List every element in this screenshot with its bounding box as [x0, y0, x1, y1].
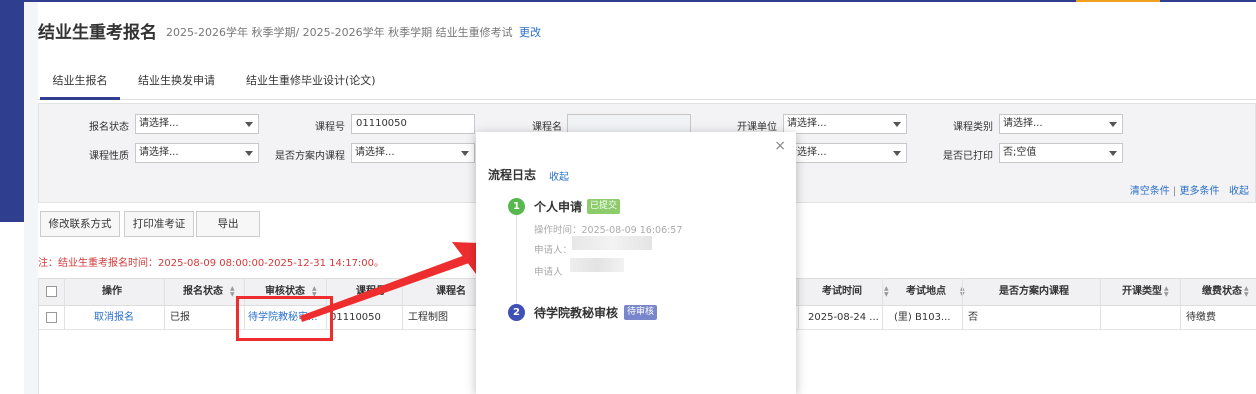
column-divider: [1180, 278, 1181, 330]
filter-links: 清空条件 | 更多条件 收起: [1130, 182, 1249, 197]
column-divider: [64, 278, 65, 330]
chevron-down-icon: [461, 151, 469, 156]
th-exam-place[interactable]: 考试地点: [886, 279, 966, 305]
dept-select[interactable]: 请选择...: [783, 114, 907, 134]
tab-graduate-enroll[interactable]: 结业生报名: [40, 72, 120, 100]
hidden-filter-select[interactable]: 请选择...: [783, 143, 907, 163]
select-all-checkbox[interactable]: [46, 286, 57, 297]
cancel-enroll-link[interactable]: 取消报名: [94, 306, 134, 329]
column-divider: [402, 278, 403, 330]
filter-label-status: 报名状态: [89, 122, 129, 133]
print-ticket-button[interactable]: 打印准考证: [124, 211, 194, 237]
printed-select[interactable]: 否;空值: [999, 143, 1123, 163]
step-1-status-tag: 已提交: [587, 199, 621, 214]
enroll-period-notice: 注：结业生重考报名时间：2025-08-09 08:00:00-2025-12-…: [38, 258, 385, 269]
th-in-plan[interactable]: 是否方案内课程: [968, 279, 1100, 305]
sort-icon[interactable]: ▲▼: [1244, 286, 1249, 298]
column-divider: [164, 278, 165, 330]
th-course-no[interactable]: 课程号: [334, 279, 408, 305]
collapse-filters-link[interactable]: 收起: [1229, 186, 1249, 197]
filter-label-course-no: 课程号: [315, 122, 345, 133]
th-action: 操作: [102, 286, 122, 297]
step-2-number-badge: 2: [508, 304, 525, 321]
step-1-time: 操作时间：2025-08-09 16:06:57: [534, 225, 683, 236]
course-name-input[interactable]: [567, 114, 691, 134]
close-icon[interactable]: ×: [774, 138, 786, 154]
cell-course-no: 01110050: [330, 312, 381, 323]
edit-contact-button[interactable]: 修改联系方式: [40, 211, 120, 237]
cell-in-plan: 否: [968, 312, 978, 323]
left-nav-strip: [0, 0, 24, 222]
step-1-name: 个人申请: [534, 200, 583, 214]
chevron-down-icon: [1109, 151, 1117, 156]
process-log-title: 流程日志: [488, 168, 537, 182]
sort-icon[interactable]: ▲▼: [230, 286, 235, 298]
annotation-highlight-box: [236, 296, 333, 341]
column-divider: [962, 278, 963, 330]
nature-select-value: 请选择...: [139, 147, 179, 158]
table-left-border: [38, 330, 39, 394]
dept-select-value: 请选择...: [787, 118, 827, 129]
cell-exam-time: 2025-08-24 ...: [808, 312, 879, 323]
export-button[interactable]: 导出: [196, 211, 260, 237]
redacted-applicant: [570, 258, 624, 272]
filter-label-in-plan: 是否方案内课程: [275, 151, 345, 162]
row-checkbox[interactable]: [46, 312, 57, 323]
category-select[interactable]: 请选择...: [999, 114, 1123, 134]
redacted-applicant: [572, 236, 652, 250]
sort-icon[interactable]: ▲▼: [1164, 286, 1169, 298]
step-1-number-badge: 1: [508, 198, 525, 215]
chevron-down-icon: [245, 122, 253, 127]
tab-thesis-retake[interactable]: 结业生重修毕业设计(论文): [244, 72, 378, 100]
category-select-value: 请选择...: [1003, 118, 1043, 129]
step-1-applicant-label: 申请人：: [534, 245, 573, 256]
course-no-input[interactable]: 01110050: [351, 114, 475, 134]
filter-label-nature: 课程性质: [89, 151, 129, 162]
chevron-down-icon: [893, 151, 901, 156]
printed-select-value: 否;空值: [1003, 147, 1037, 158]
cell-exam-place: (里) B103...: [894, 312, 951, 323]
column-divider: [1100, 278, 1101, 330]
column-divider: [882, 278, 883, 330]
cell-course-name: 工程制图: [408, 312, 448, 323]
step-2-status-tag: 待审核: [624, 305, 658, 320]
column-divider: [798, 278, 799, 330]
process-log-modal: × 流程日志 收起 1 个人申请 已提交 操作时间：2025-08-09 16:…: [476, 132, 796, 394]
cell-fee-status: 待缴费: [1186, 312, 1216, 323]
chevron-down-icon: [245, 151, 253, 156]
th-exam-time[interactable]: 考试时间: [802, 279, 882, 305]
filter-label-category: 课程类别: [953, 122, 993, 133]
chevron-down-icon: [893, 122, 901, 127]
column-divider: [38, 278, 39, 330]
tab-bar: 结业生报名 结业生换发申请 结业生重修毕业设计(论文): [38, 66, 1256, 100]
term-text: 2025-2026学年 秋季学期/ 2025-2026学年 秋季学期 结业生重修…: [166, 26, 513, 39]
cell-enroll-status: 已报: [170, 312, 190, 323]
page-title: 结业生重考报名: [38, 23, 157, 43]
timeline-line: [516, 215, 517, 311]
chevron-down-icon: [1109, 122, 1117, 127]
step-1-applicant-label-2: 申请人: [534, 267, 563, 278]
status-select[interactable]: 请选择...: [135, 114, 259, 134]
filter-label-printed: 是否已打印: [943, 151, 993, 162]
more-filters-link[interactable]: 更多条件: [1179, 186, 1219, 197]
process-log-collapse-link[interactable]: 收起: [549, 168, 569, 183]
nature-select[interactable]: 请选择...: [135, 143, 259, 163]
in-plan-select-value: 请选择...: [355, 147, 395, 158]
link-separator: |: [1169, 186, 1180, 197]
sort-icon[interactable]: ▲▼: [884, 286, 889, 298]
th-enroll-status[interactable]: 报名状态: [166, 279, 240, 305]
change-term-link[interactable]: 更改: [519, 24, 541, 40]
filter-label-dept: 开课单位: [737, 122, 777, 133]
clear-filters-link[interactable]: 清空条件: [1130, 186, 1170, 197]
status-select-value: 请选择...: [139, 118, 179, 129]
step-2-name: 待学院教秘审核: [534, 306, 619, 320]
in-plan-select[interactable]: 请选择...: [351, 143, 475, 163]
tab-reissue-application[interactable]: 结业生换发申请: [136, 72, 217, 100]
filter-label-course-name: 课程名: [532, 122, 562, 133]
